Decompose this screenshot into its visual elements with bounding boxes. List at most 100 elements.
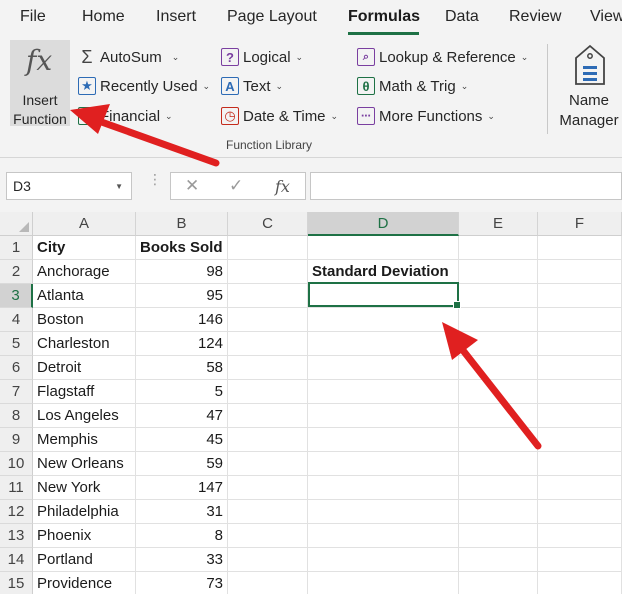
tab-review[interactable]: Review	[509, 8, 561, 26]
cell-e8[interactable]	[459, 404, 538, 428]
cell-e14[interactable]	[459, 548, 538, 572]
cell-d12[interactable]	[308, 500, 459, 524]
cell-a5[interactable]: Charleston	[33, 332, 136, 356]
cell-c10[interactable]	[228, 452, 308, 476]
cell-a14[interactable]: Portland	[33, 548, 136, 572]
cell-e2[interactable]	[459, 260, 538, 284]
cell-b15[interactable]: 73	[136, 572, 228, 594]
column-header-b[interactable]: B	[136, 212, 228, 236]
cell-e11[interactable]	[459, 476, 538, 500]
cell-c13[interactable]	[228, 524, 308, 548]
row-header-15[interactable]: 15	[0, 572, 33, 594]
cell-c4[interactable]	[228, 308, 308, 332]
select-all-button[interactable]	[0, 212, 33, 236]
cell-a4[interactable]: Boston	[33, 308, 136, 332]
cell-a7[interactable]: Flagstaff	[33, 380, 136, 404]
cell-c6[interactable]	[228, 356, 308, 380]
row-header-13[interactable]: 13	[0, 524, 33, 548]
cell-c1[interactable]	[228, 236, 308, 260]
tab-page-layout[interactable]: Page Layout	[227, 8, 317, 26]
cell-f11[interactable]	[538, 476, 622, 500]
cell-e15[interactable]	[459, 572, 538, 594]
cell-b6[interactable]: 58	[136, 356, 228, 380]
cell-f12[interactable]	[538, 500, 622, 524]
cell-d1[interactable]	[308, 236, 459, 260]
cell-d10[interactable]	[308, 452, 459, 476]
tab-data[interactable]: Data	[445, 8, 479, 26]
autosum-button[interactable]: Σ AutoSum ⌄	[78, 47, 179, 67]
tab-formulas[interactable]: Formulas	[348, 8, 420, 26]
cell-d6[interactable]	[308, 356, 459, 380]
cell-d15[interactable]	[308, 572, 459, 594]
column-header-f[interactable]: F	[538, 212, 622, 236]
cell-f13[interactable]	[538, 524, 622, 548]
cell-b7[interactable]: 5	[136, 380, 228, 404]
column-header-d[interactable]: D	[308, 212, 459, 236]
cell-c15[interactable]	[228, 572, 308, 594]
cell-c8[interactable]	[228, 404, 308, 428]
row-header-6[interactable]: 6	[0, 356, 33, 380]
cell-b3[interactable]: 95	[136, 284, 228, 308]
cell-b11[interactable]: 147	[136, 476, 228, 500]
cell-d14[interactable]	[308, 548, 459, 572]
cell-e5[interactable]	[459, 332, 538, 356]
row-header-12[interactable]: 12	[0, 500, 33, 524]
cell-c3[interactable]	[228, 284, 308, 308]
more-functions-button[interactable]: ⋯ More Functions ⌄	[357, 107, 495, 125]
tab-home[interactable]: Home	[82, 8, 125, 26]
cell-e3[interactable]	[459, 284, 538, 308]
cell-a1[interactable]: City	[33, 236, 136, 260]
cell-f14[interactable]	[538, 548, 622, 572]
dropdown-arrow-icon[interactable]: ▼	[115, 182, 123, 191]
cell-f15[interactable]	[538, 572, 622, 594]
cell-d11[interactable]	[308, 476, 459, 500]
formula-input[interactable]	[310, 172, 622, 200]
cell-a15[interactable]: Providence	[33, 572, 136, 594]
cell-a12[interactable]: Philadelphia	[33, 500, 136, 524]
cell-b5[interactable]: 124	[136, 332, 228, 356]
cell-a2[interactable]: Anchorage	[33, 260, 136, 284]
cell-c12[interactable]	[228, 500, 308, 524]
cell-b2[interactable]: 98	[136, 260, 228, 284]
name-box[interactable]: D3 ▼	[6, 172, 132, 200]
cell-b4[interactable]: 146	[136, 308, 228, 332]
text-button[interactable]: A Text ⌄	[221, 77, 283, 95]
cell-b8[interactable]: 47	[136, 404, 228, 428]
cell-e10[interactable]	[459, 452, 538, 476]
cell-a10[interactable]: New Orleans	[33, 452, 136, 476]
cell-f9[interactable]	[538, 428, 622, 452]
row-header-9[interactable]: 9	[0, 428, 33, 452]
column-header-c[interactable]: C	[228, 212, 308, 236]
tab-insert[interactable]: Insert	[156, 8, 196, 26]
row-header-1[interactable]: 1	[0, 236, 33, 260]
cell-d5[interactable]	[308, 332, 459, 356]
row-header-8[interactable]: 8	[0, 404, 33, 428]
cell-a13[interactable]: Phoenix	[33, 524, 136, 548]
cell-e13[interactable]	[459, 524, 538, 548]
cell-a6[interactable]: Detroit	[33, 356, 136, 380]
row-header-5[interactable]: 5	[0, 332, 33, 356]
cell-c11[interactable]	[228, 476, 308, 500]
cell-b12[interactable]: 31	[136, 500, 228, 524]
date-time-button[interactable]: ◷ Date & Time ⌄	[221, 107, 338, 125]
active-cell-d3[interactable]	[308, 282, 461, 309]
logical-button[interactable]: ? Logical ⌄	[221, 48, 303, 66]
row-header-10[interactable]: 10	[0, 452, 33, 476]
row-header-4[interactable]: 4	[0, 308, 33, 332]
row-header-3[interactable]: 3	[0, 284, 33, 308]
insert-function-fx-icon[interactable]: fx	[275, 177, 290, 196]
cell-d8[interactable]	[308, 404, 459, 428]
cell-f7[interactable]	[538, 380, 622, 404]
cell-b14[interactable]: 33	[136, 548, 228, 572]
cell-f1[interactable]	[538, 236, 622, 260]
cell-f5[interactable]	[538, 332, 622, 356]
cell-b10[interactable]: 59	[136, 452, 228, 476]
cell-f2[interactable]	[538, 260, 622, 284]
cell-e12[interactable]	[459, 500, 538, 524]
tab-file[interactable]: File	[20, 8, 46, 26]
financial-button[interactable]: $ Financial ⌄	[78, 107, 173, 125]
cell-d13[interactable]	[308, 524, 459, 548]
cell-f4[interactable]	[538, 308, 622, 332]
cell-c2[interactable]	[228, 260, 308, 284]
cell-d7[interactable]	[308, 380, 459, 404]
